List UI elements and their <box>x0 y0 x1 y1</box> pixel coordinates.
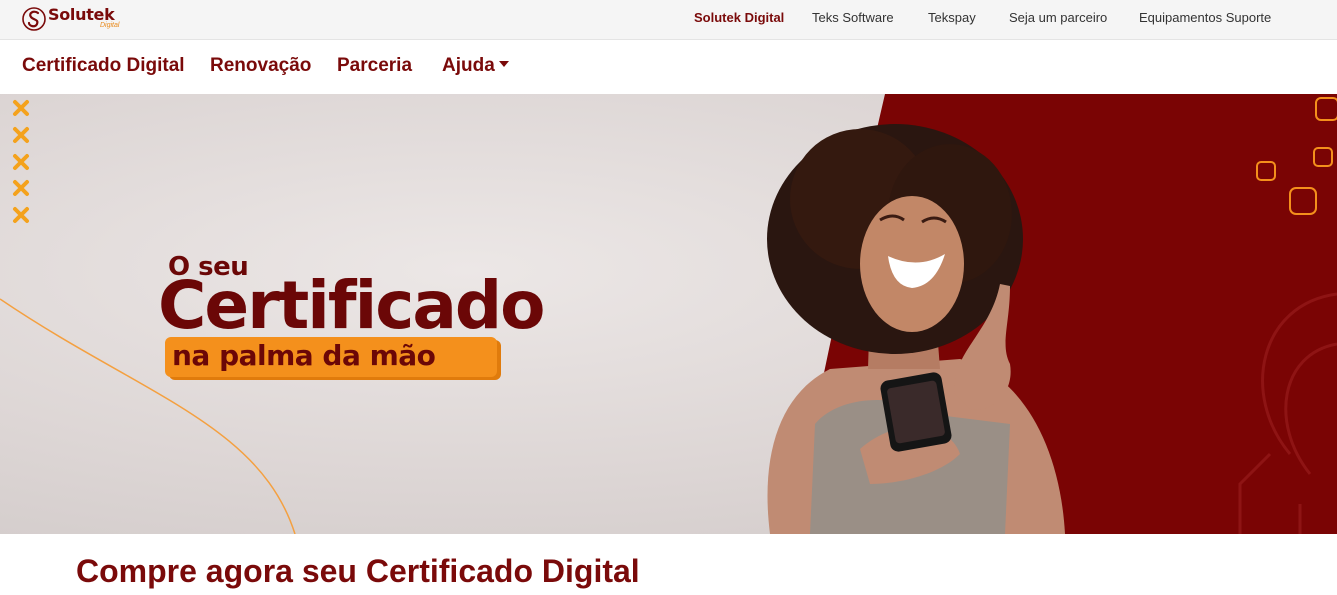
nav-certificado-digital[interactable]: Certificado Digital <box>22 55 185 77</box>
nav-parceria[interactable]: Parceria <box>337 55 412 77</box>
nav-ajuda-label: Ajuda <box>442 55 495 76</box>
nav-ajuda-dropdown[interactable]: Ajuda <box>442 55 509 77</box>
toplink-tekspay[interactable]: Tekspay <box>928 10 976 25</box>
nav-renovacao[interactable]: Renovação <box>210 55 311 77</box>
toplink-equipamentos-suporte[interactable]: Equipamentos Suporte <box>1139 10 1271 25</box>
toplink-seja-um-parceiro[interactable]: Seja um parceiro <box>1009 10 1107 25</box>
solutek-logo-icon <box>22 7 46 31</box>
toplink-solutek-digital[interactable]: Solutek Digital <box>694 10 784 25</box>
hero-banner[interactable]: O seu Certificado na palma da mão <box>0 94 1337 534</box>
hero-headline: Certificado <box>158 267 546 344</box>
x-mark-icon <box>13 100 29 223</box>
section-title: Compre agora seu Certificado Digital <box>76 553 640 589</box>
main-navigation: Certificado Digital Renovação Parceria A… <box>0 40 1337 94</box>
hero-tagline: na palma da mão <box>172 339 436 372</box>
toplink-teks-software[interactable]: Teks Software <box>812 10 894 25</box>
top-utility-bar: Solutek Digital Solutek Digital Teks Sof… <box>0 0 1337 40</box>
caret-down-icon <box>498 61 509 67</box>
brand-logo[interactable]: Solutek Digital <box>22 3 122 35</box>
brand-sub: Digital <box>100 22 120 29</box>
